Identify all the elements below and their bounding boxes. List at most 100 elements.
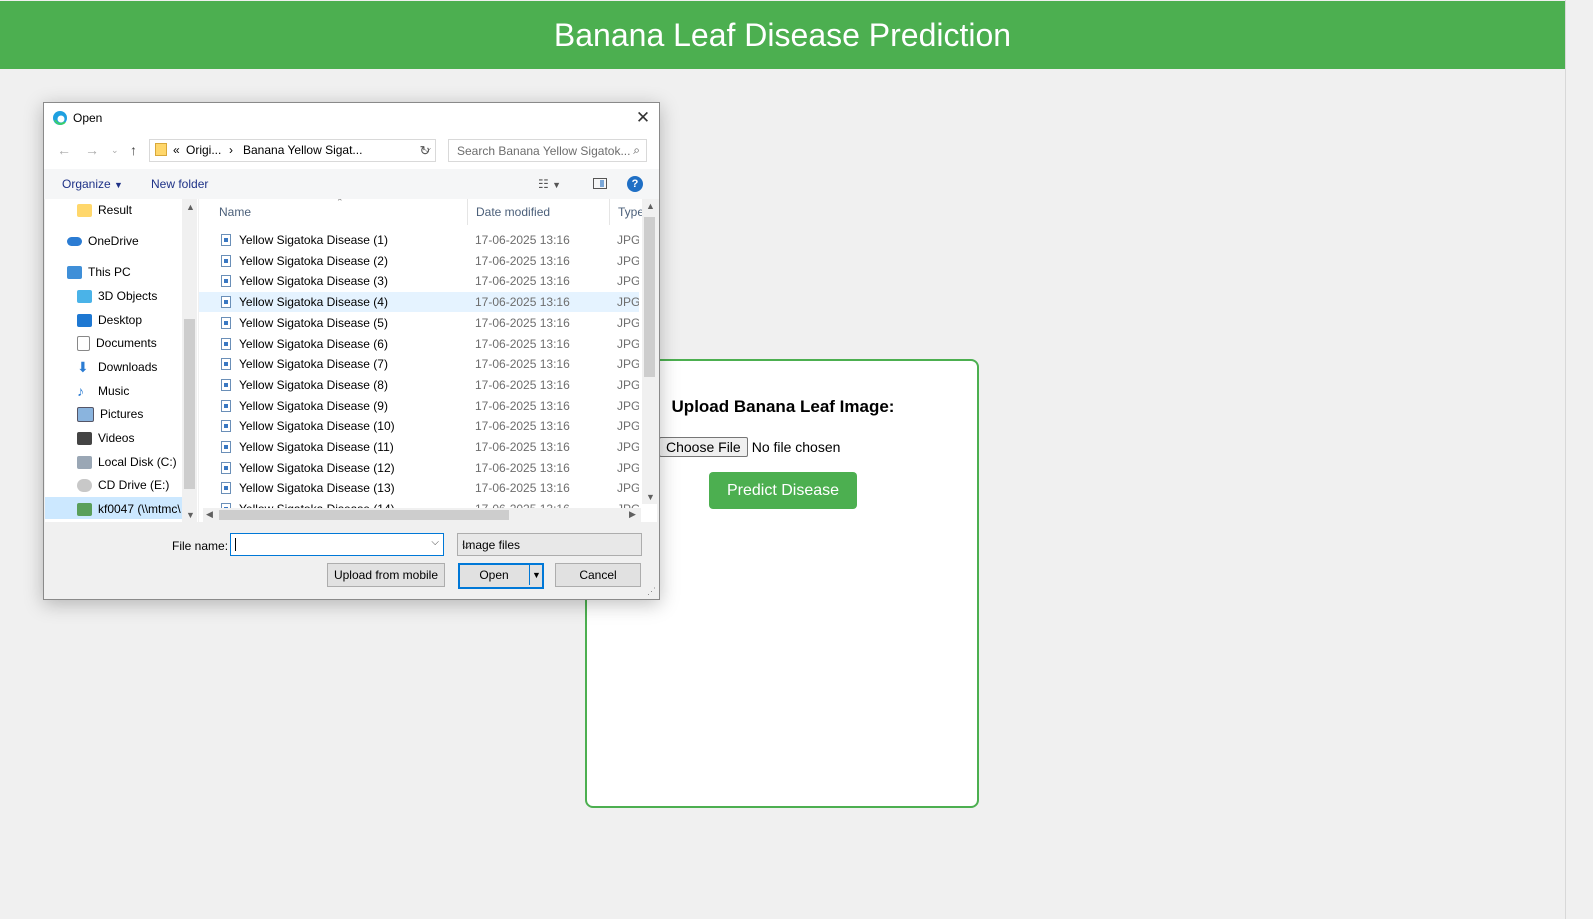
image-file-icon <box>221 399 231 412</box>
nav-scrollbar[interactable]: ▲ ▼ <box>182 199 197 522</box>
nav-item-network-drive[interactable]: kf0047 (\\mtmc\ <box>77 498 181 520</box>
file-name: Yellow Sigatoka Disease (3) <box>239 274 388 289</box>
file-type: JPG F <box>617 440 639 454</box>
table-row[interactable]: Yellow Sigatoka Disease (6) 17-06-2025 13… <box>199 334 639 354</box>
image-file-icon <box>221 296 231 309</box>
predict-button[interactable]: Predict Disease <box>709 472 857 509</box>
recent-chevron-icon[interactable]: ⌄ <box>111 145 119 156</box>
video-icon <box>77 432 92 446</box>
nav-item-desktop[interactable]: Desktop <box>77 309 142 331</box>
dialog-titlebar[interactable]: Open ✕ <box>44 103 659 133</box>
file-date: 17-06-2025 13:16 <box>475 440 570 454</box>
nav-item-3d-objects[interactable]: 3D Objects <box>77 285 157 307</box>
drive-icon <box>77 456 92 470</box>
cube-icon <box>77 290 92 304</box>
breadcrumb-parent[interactable]: Origi... <box>186 143 221 157</box>
scroll-down-icon[interactable]: ▼ <box>186 510 195 520</box>
scrollbar-thumb[interactable] <box>644 217 655 377</box>
preview-pane-icon[interactable] <box>593 178 607 189</box>
help-icon[interactable]: ? <box>627 176 643 192</box>
scroll-right-icon[interactable]: ▶ <box>629 509 636 520</box>
file-name: Yellow Sigatoka Disease (5) <box>239 315 388 330</box>
scroll-up-icon[interactable]: ▲ <box>186 202 195 212</box>
nav-label: Downloads <box>98 360 158 374</box>
up-arrow-icon[interactable]: ↑ <box>130 142 137 158</box>
chevron-down-icon[interactable]: ⌵ <box>431 537 439 548</box>
view-options-icon[interactable]: ☷ ▼ <box>538 177 561 191</box>
organize-menu[interactable]: Organize ▼ <box>62 177 123 191</box>
dropdown-arrow-icon: ▼ <box>114 180 123 190</box>
scroll-left-icon[interactable]: ◀ <box>206 509 213 520</box>
page-title: Banana Leaf Disease Prediction <box>553 17 1012 53</box>
table-row[interactable]: Yellow Sigatoka Disease (5) 17-06-2025 13… <box>199 313 639 333</box>
nav-item-documents[interactable]: Documents <box>77 332 157 354</box>
dialog-title: Open <box>73 111 103 125</box>
file-type-select[interactable]: Image files ⌵ <box>457 533 642 556</box>
resize-grip-icon[interactable]: ⋰ <box>647 586 656 597</box>
scroll-down-icon[interactable]: ▼ <box>646 492 655 502</box>
file-name: Yellow Sigatoka Disease (4) <box>239 295 388 310</box>
back-arrow-icon[interactable]: ← <box>57 142 71 158</box>
breadcrumb-current[interactable]: Banana Yellow Sigat... <box>243 143 362 157</box>
nav-item-cd-drive[interactable]: CD Drive (E:) <box>77 474 169 496</box>
nav-item-onedrive[interactable]: OneDrive <box>67 230 139 252</box>
music-icon: ♪ <box>77 383 84 400</box>
table-row[interactable]: Yellow Sigatoka Disease (12) 17-06-2025 1… <box>199 458 639 478</box>
choose-file-button[interactable]: Choose File <box>659 437 748 457</box>
search-icon: ⌕ <box>633 143 640 157</box>
page-edge <box>1565 0 1566 919</box>
image-file-icon <box>221 378 231 391</box>
file-name: Yellow Sigatoka Disease (10) <box>239 419 395 434</box>
table-row[interactable]: Yellow Sigatoka Disease (4) 17-06-2025 13… <box>199 292 639 313</box>
breadcrumb-prefix[interactable]: « <box>173 143 180 157</box>
nav-label: 3D Objects <box>98 289 158 303</box>
scroll-up-icon[interactable]: ▲ <box>646 201 655 211</box>
scrollbar-thumb[interactable] <box>219 510 509 520</box>
nav-label: Pictures <box>100 407 144 421</box>
file-date: 17-06-2025 13:16 <box>475 398 570 413</box>
table-row[interactable]: Yellow Sigatoka Disease (11) 17-06-2025 1… <box>199 437 639 457</box>
file-name-input[interactable]: ⌵ <box>230 533 444 556</box>
file-name: Yellow Sigatoka Disease (1) <box>239 233 388 247</box>
table-row[interactable]: Yellow Sigatoka Disease (13) 17-06-2025 1… <box>199 478 639 498</box>
folder-icon <box>155 143 167 156</box>
nav-item-downloads[interactable]: ⬇ Downloads <box>77 356 157 378</box>
dropdown-arrow-icon[interactable]: ▼ <box>529 565 543 585</box>
column-header-name[interactable]: Name <box>210 199 468 225</box>
file-list-vertical-scrollbar[interactable]: ▲ ▼ <box>642 199 657 504</box>
file-list-horizontal-scrollbar[interactable]: ◀ ▶ <box>203 508 641 522</box>
file-date: 17-06-2025 13:16 <box>475 336 570 351</box>
column-header-date[interactable]: Date modified <box>467 199 610 225</box>
file-date: 17-06-2025 13:16 <box>475 295 570 310</box>
nav-item-music[interactable]: ♪ Music <box>77 380 129 402</box>
nav-label: CD Drive (E:) <box>98 478 170 492</box>
cancel-button[interactable]: Cancel <box>555 563 641 587</box>
table-row[interactable]: Yellow Sigatoka Disease (7) 17-06-2025 13… <box>199 354 639 374</box>
close-icon[interactable]: ✕ <box>630 106 656 130</box>
chevron-down-icon: ⌵ <box>462 538 472 552</box>
file-input[interactable]: Choose File No file chosen <box>659 437 840 457</box>
scrollbar-thumb[interactable] <box>184 319 195 489</box>
table-row[interactable]: Yellow Sigatoka Disease (10) 17-06-2025 1… <box>199 416 639 436</box>
nav-item-result[interactable]: Result <box>77 199 132 221</box>
breadcrumb-separator: › <box>229 143 233 157</box>
search-input[interactable]: Search Banana Yellow Sigatok... ⌕ <box>448 139 647 162</box>
refresh-icon[interactable]: ↻ <box>415 139 436 162</box>
open-button[interactable]: Open ▼ <box>458 563 544 589</box>
nav-item-videos[interactable]: Videos <box>77 427 134 449</box>
file-date: 17-06-2025 13:16 <box>475 274 570 289</box>
address-bar[interactable]: « Origi... › Banana Yellow Sigat... ⌵ <box>149 139 436 162</box>
table-row[interactable]: Yellow Sigatoka Disease (9) 17-06-2025 13… <box>199 396 639 416</box>
table-row[interactable]: Yellow Sigatoka Disease (1) 17-06-2025 13… <box>199 230 639 250</box>
file-type: JPG F <box>617 357 639 372</box>
upload-from-mobile-button[interactable]: Upload from mobile <box>327 563 445 587</box>
dialog-toolbar: Organize ▼ New folder ☷ ▼ ? <box>44 169 659 199</box>
nav-item-local-disk[interactable]: Local Disk (C:) <box>77 451 177 473</box>
table-row[interactable]: Yellow Sigatoka Disease (8) 17-06-2025 13… <box>199 375 639 395</box>
forward-arrow-icon[interactable]: → <box>85 142 99 158</box>
nav-item-pictures[interactable]: Pictures <box>77 403 143 425</box>
table-row[interactable]: Yellow Sigatoka Disease (3) 17-06-2025 13… <box>199 271 639 291</box>
new-folder-button[interactable]: New folder <box>151 177 208 191</box>
nav-item-this-pc[interactable]: This PC <box>67 261 131 283</box>
table-row[interactable]: Yellow Sigatoka Disease (2) 17-06-2025 13… <box>199 251 639 271</box>
